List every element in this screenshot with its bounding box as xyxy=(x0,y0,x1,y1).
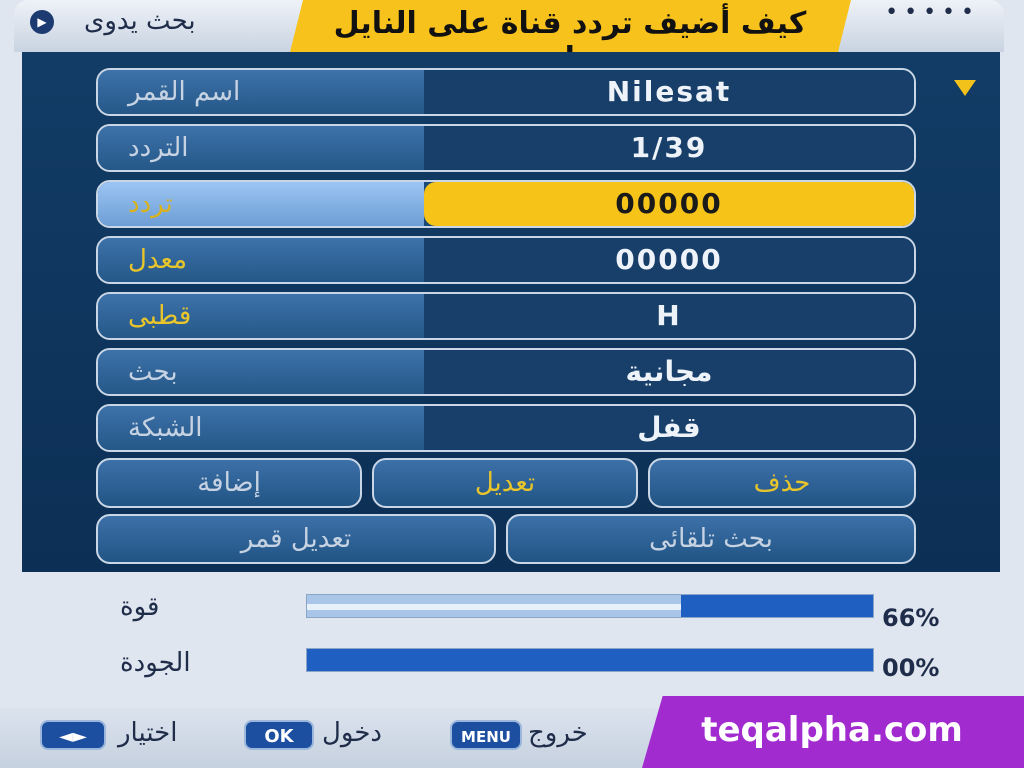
row-label: بحث xyxy=(98,350,424,394)
ok-key-button[interactable]: OK xyxy=(244,720,314,750)
quality-label: الجودة xyxy=(120,648,191,678)
delete-button[interactable]: حذف xyxy=(648,458,916,508)
row-label: التردد xyxy=(98,126,424,170)
ok-label: دخول xyxy=(322,718,382,748)
search-mode-value[interactable]: مجانية xyxy=(424,350,914,394)
edit-satellite-button[interactable]: تعديل قمر xyxy=(96,514,496,564)
promo-text: teqalpha.com xyxy=(701,710,963,750)
row-label: الشبكة xyxy=(98,406,424,450)
back-arrow-icon[interactable]: ▶ xyxy=(30,10,54,34)
page-title: بحث يدوى xyxy=(84,6,196,36)
row-transponder[interactable]: التردد 1/39 xyxy=(96,124,916,172)
header-dots: ••••• xyxy=(885,0,980,25)
strength-bar xyxy=(306,594,874,618)
strength-label: قوة xyxy=(120,592,160,622)
polarity-value[interactable]: H xyxy=(424,294,914,338)
quality-percent: 00% xyxy=(882,654,940,682)
menu-label: خروج xyxy=(528,718,588,748)
strength-bar-stripe xyxy=(307,604,681,610)
row-label: اسم القمر xyxy=(98,70,424,114)
row-frequency[interactable]: تردد 00000 xyxy=(96,180,916,228)
strength-percent: 66% xyxy=(882,604,940,632)
row-label: تردد xyxy=(98,182,424,226)
quality-bar xyxy=(306,648,874,672)
row-label: معدل xyxy=(98,238,424,282)
scroll-down-icon[interactable] xyxy=(954,80,976,96)
menu-key-button[interactable]: MENU xyxy=(450,720,522,750)
row-search-mode[interactable]: بحث مجانية xyxy=(96,348,916,396)
edit-button[interactable]: تعديل xyxy=(372,458,638,508)
row-value: 1/39 xyxy=(424,126,914,170)
select-key-icon[interactable]: ◄► xyxy=(40,720,106,750)
select-label: اختيار xyxy=(118,718,178,748)
add-button[interactable]: إضافة xyxy=(96,458,362,508)
frequency-input[interactable]: 00000 xyxy=(424,182,914,226)
row-value: Nilesat xyxy=(424,70,914,114)
row-network[interactable]: الشبكة قفل xyxy=(96,404,916,452)
row-satellite-name[interactable]: اسم القمر Nilesat xyxy=(96,68,916,116)
network-value[interactable]: قفل xyxy=(424,406,914,450)
receiver-screen: ▶ بحث يدوى ••••• كيف أضيف تردد قناة على … xyxy=(0,0,1024,768)
strength-bar-fill xyxy=(680,595,873,617)
row-symbol-rate[interactable]: معدل 00000 xyxy=(96,236,916,284)
row-polarity[interactable]: قطبى H xyxy=(96,292,916,340)
auto-search-button[interactable]: بحث تلقائى xyxy=(506,514,916,564)
symbol-rate-input[interactable]: 00000 xyxy=(424,238,914,282)
row-label: قطبى xyxy=(98,294,424,338)
